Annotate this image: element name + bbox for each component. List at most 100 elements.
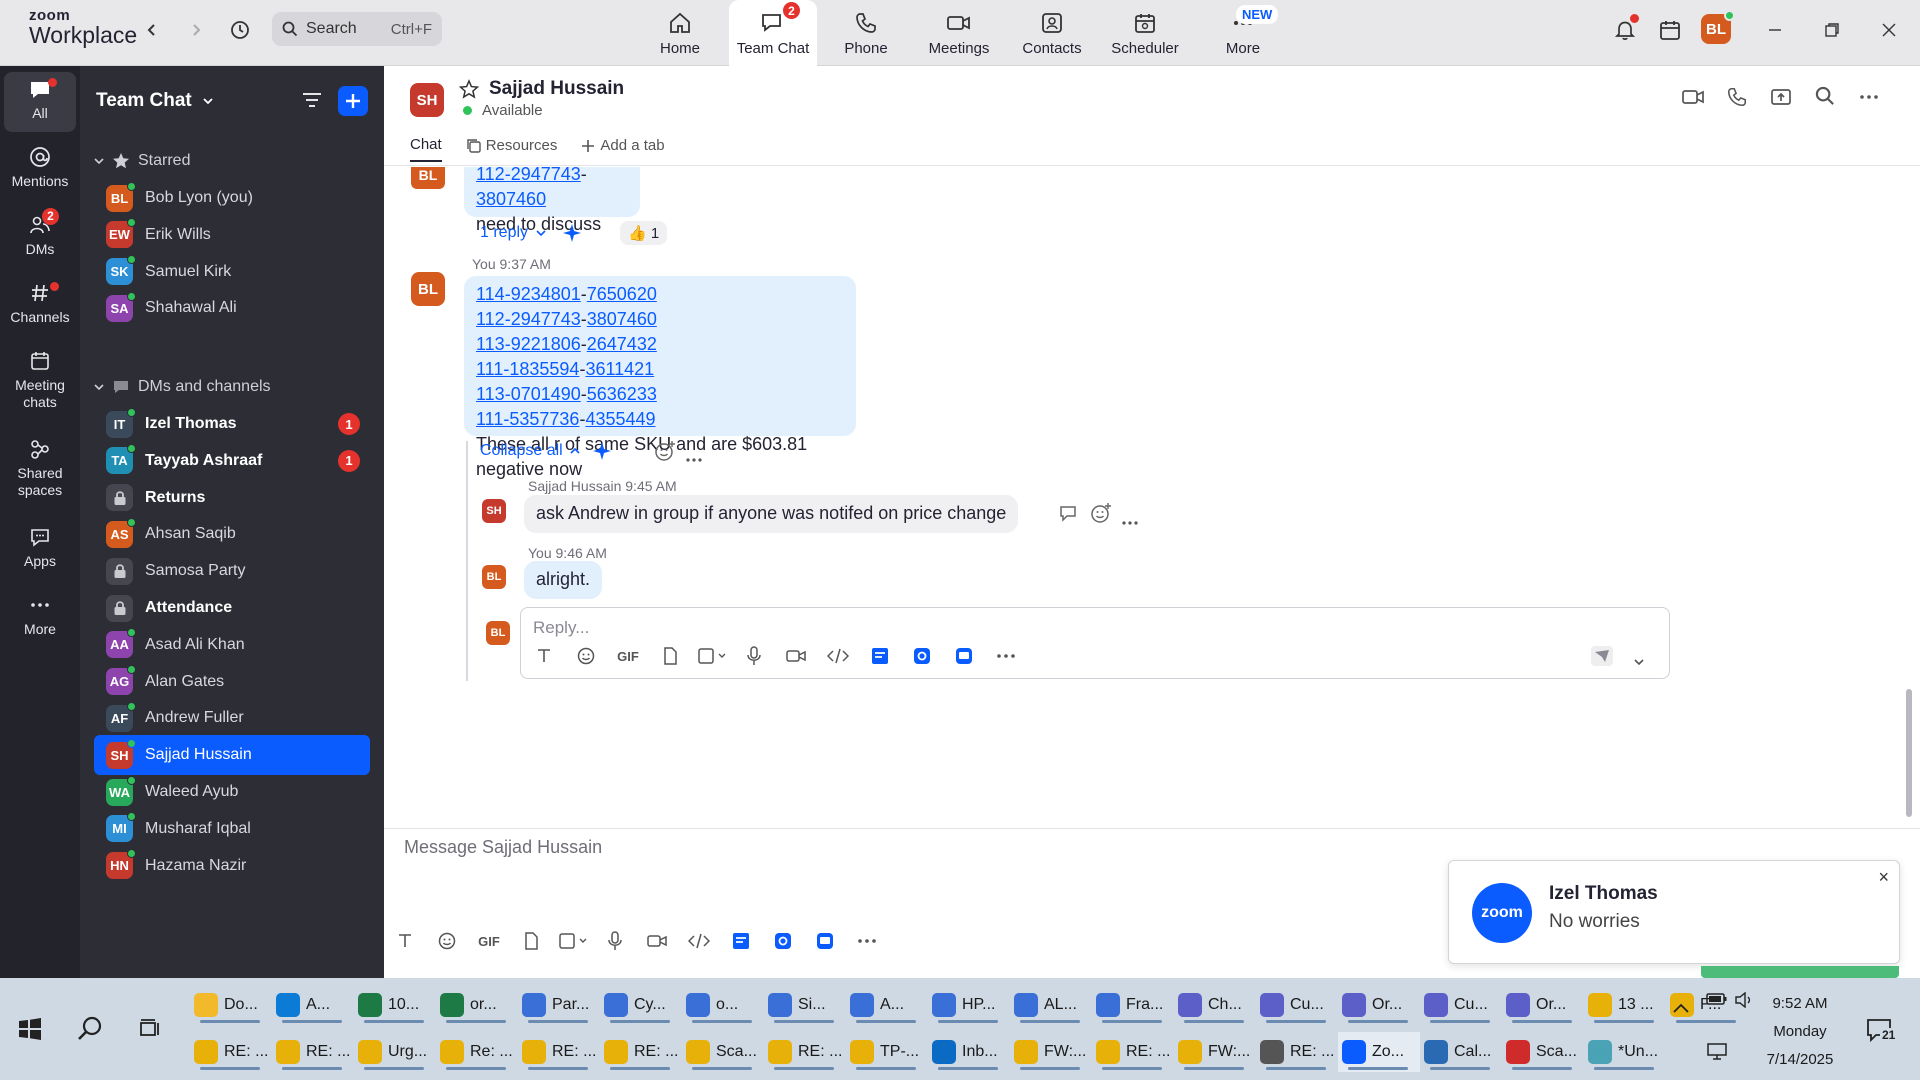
notification-toast[interactable]: zoom Izel Thomas No worries ×: [1448, 860, 1900, 964]
tab-meetings[interactable]: Meetings: [915, 0, 1003, 66]
user-avatar[interactable]: BL: [1701, 10, 1735, 44]
send-options-button[interactable]: [1633, 652, 1645, 672]
taskbar-app-bell[interactable]: 13 ...: [1584, 985, 1666, 1025]
start-button[interactable]: [0, 978, 60, 1080]
rail-shared-spaces[interactable]: Shared spaces: [4, 438, 76, 499]
format-button[interactable]: [523, 648, 565, 664]
app-button-3[interactable]: [804, 932, 846, 950]
sidebar-item-bob-lyon-you[interactable]: BL Bob Lyon (you): [94, 178, 370, 218]
tab-scheduler[interactable]: Scheduler: [1101, 0, 1189, 66]
add-reaction-button[interactable]: [654, 440, 676, 467]
tab-phone[interactable]: Phone: [822, 0, 910, 66]
taskbar-app-mail[interactable]: RE: ...: [272, 1032, 354, 1072]
sidebar-item-alan-gates[interactable]: AG Alan Gates: [94, 662, 370, 702]
reply-count-button[interactable]: 1 reply: [480, 224, 546, 242]
sku-link[interactable]: 112-2947743: [476, 167, 581, 184]
taskbar-app-chrome[interactable]: A...: [846, 985, 928, 1025]
starred-section-header[interactable]: Starred: [94, 152, 190, 170]
message-more-button[interactable]: [1122, 511, 1138, 531]
rail-apps[interactable]: Apps: [4, 526, 76, 570]
rail-more[interactable]: More: [4, 594, 76, 638]
search-input[interactable]: Search Ctrl+F: [272, 12, 442, 46]
calendar-button[interactable]: [1654, 14, 1686, 46]
app-button-1[interactable]: [720, 932, 762, 950]
attach-file-button[interactable]: [649, 647, 691, 665]
restore-button[interactable]: [1812, 14, 1852, 46]
taskbar-app-mail[interactable]: Urg...: [354, 1032, 436, 1072]
taskbar-app-chrome[interactable]: o...: [682, 985, 764, 1025]
scrollbar-track[interactable]: [1906, 167, 1912, 827]
taskbar-app-notepad[interactable]: *Un...: [1584, 1032, 1666, 1072]
filter-button[interactable]: [300, 88, 324, 117]
collapse-all-button[interactable]: Collapse all: [480, 442, 580, 460]
taskbar-app-teams[interactable]: Cu...: [1256, 985, 1338, 1025]
screenshot-button[interactable]: [691, 647, 733, 665]
sku-link[interactable]: 113-0701490: [476, 384, 581, 404]
taskbar-app-calculator[interactable]: Cal...: [1420, 1032, 1502, 1072]
voice-message-button[interactable]: [733, 646, 775, 666]
app-button-2[interactable]: [762, 932, 804, 950]
video-call-button[interactable]: [1671, 86, 1715, 108]
more-tools-button[interactable]: [846, 938, 888, 944]
rail-channels[interactable]: Channels: [4, 282, 76, 326]
message-more-button[interactable]: [686, 448, 702, 468]
sku-link[interactable]: 112-2947743: [476, 309, 581, 329]
audio-call-button[interactable]: [1715, 86, 1759, 108]
sidebar-item-waleed-ayub[interactable]: WA Waleed Ayub: [94, 772, 370, 812]
reaction-chip[interactable]: 👍 1: [620, 221, 668, 245]
taskbar-app-excel[interactable]: 10...: [354, 985, 436, 1025]
taskbar-app-chrome[interactable]: Fra...: [1092, 985, 1174, 1025]
search-chat-button[interactable]: [1803, 86, 1847, 108]
more-tools-button[interactable]: [985, 653, 1027, 659]
sidebar-item-izel-thomas[interactable]: IT Izel Thomas 1: [94, 404, 370, 444]
emoji-button[interactable]: [426, 932, 468, 950]
toast-close-button[interactable]: ×: [1878, 867, 1889, 888]
sku-link[interactable]: 111-5357736: [476, 409, 579, 429]
sidebar-item-hazama-nazir[interactable]: HN Hazama Nazir: [94, 846, 370, 886]
taskbar-app-mail[interactable]: FW:...: [1010, 1032, 1092, 1072]
app-button-1[interactable]: [859, 647, 901, 665]
show-hidden-icons-button[interactable]: [1672, 1002, 1690, 1014]
taskbar-app-outlook[interactable]: Inb...: [928, 1032, 1010, 1072]
sidebar-item-samosa-party[interactable]: Samosa Party: [94, 551, 370, 591]
channel-name[interactable]: Sajjad Hussain: [489, 78, 624, 100]
taskbar-app-teams[interactable]: Cu...: [1420, 985, 1502, 1025]
thread-reply-box[interactable]: Reply... GIF: [520, 607, 1670, 679]
taskbar-app-chrome[interactable]: Par...: [518, 985, 600, 1025]
sidebar-item-ahsan-saqib[interactable]: AS Ahsan Saqib: [94, 514, 370, 554]
taskbar-app-mail[interactable]: RE: ...: [1256, 1032, 1338, 1072]
app-button-3[interactable]: [943, 647, 985, 665]
sku-link[interactable]: 3611421: [585, 359, 654, 379]
forward-button[interactable]: [180, 14, 212, 46]
tab-team-chat[interactable]: Team Chat 2: [729, 0, 817, 66]
action-center-button[interactable]: 21: [1866, 1018, 1898, 1042]
taskbar-app-chrome[interactable]: AL...: [1010, 985, 1092, 1025]
sidebar-item-musharaf-iqbal[interactable]: MI Musharaf Iqbal: [94, 809, 370, 849]
taskbar-app-mail[interactable]: RE: ...: [764, 1032, 846, 1072]
close-button[interactable]: [1869, 14, 1909, 46]
format-button[interactable]: [384, 933, 426, 949]
sku-link[interactable]: 111-1835594: [476, 359, 579, 379]
video-message-button[interactable]: [775, 648, 817, 664]
video-message-button[interactable]: [636, 933, 678, 949]
taskbar-app-mail[interactable]: FW:...: [1174, 1032, 1256, 1072]
task-view-button[interactable]: [120, 978, 180, 1080]
sidebar-item-attendance[interactable]: Attendance: [94, 588, 370, 628]
sku-link[interactable]: 4355449: [585, 409, 655, 429]
taskbar-app-mail[interactable]: RE: ...: [190, 1032, 272, 1072]
taskbar-app-mail[interactable]: RE: ...: [1092, 1032, 1174, 1072]
scrollbar-thumb[interactable]: [1906, 689, 1912, 817]
sku-link[interactable]: 2647432: [587, 334, 657, 354]
network-icon[interactable]: [1706, 1042, 1728, 1060]
rail-mentions[interactable]: Mentions: [4, 146, 76, 190]
rail-all[interactable]: All: [4, 72, 76, 132]
taskbar-app-pdf[interactable]: Sca...: [1502, 1032, 1584, 1072]
app-button-2[interactable]: [901, 647, 943, 665]
new-chat-button[interactable]: [338, 86, 368, 116]
sku-link[interactable]: 7650620: [587, 284, 657, 304]
rail-dms[interactable]: DMs 2: [4, 208, 76, 258]
more-options-button[interactable]: [1847, 86, 1891, 108]
taskbar-app-chrome[interactable]: Si...: [764, 985, 846, 1025]
taskbar-app-mail[interactable]: RE: ...: [600, 1032, 682, 1072]
taskbar-app-zoom[interactable]: Zo...: [1338, 1032, 1420, 1072]
